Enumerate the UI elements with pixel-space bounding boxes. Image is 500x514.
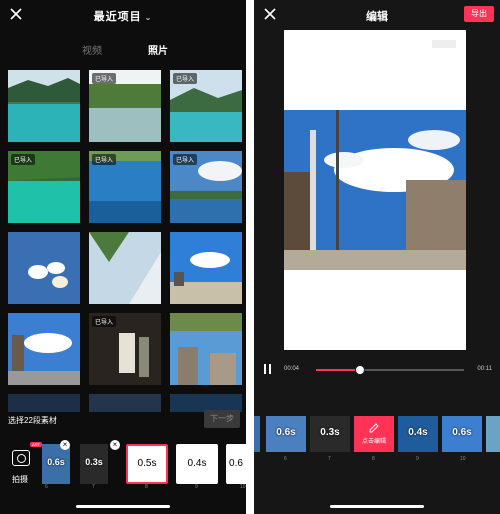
- clip-index: 6: [45, 484, 48, 490]
- clip-index: 10: [240, 484, 246, 490]
- photo-thumbnail[interactable]: [170, 313, 242, 385]
- clip-duration: 0.3s: [85, 457, 103, 467]
- town-photo: [8, 313, 80, 385]
- camera-icon[interactable]: [12, 450, 30, 466]
- photo-thumbnail[interactable]: 已导入: [8, 151, 80, 223]
- snow-photo: [89, 232, 161, 304]
- playback-slider[interactable]: [316, 365, 464, 375]
- town-photo: [170, 313, 242, 385]
- pause-icon[interactable]: [264, 364, 272, 374]
- photo-thumbnail[interactable]: 已导入: [170, 151, 242, 223]
- clip-index: 10: [460, 456, 466, 462]
- recent-projects-dropdown[interactable]: 最近项目 ⌄: [0, 8, 246, 24]
- clip-index: 8: [372, 456, 375, 462]
- timeline-clip[interactable]: 0.3s: [310, 416, 350, 452]
- lake-photo: [8, 394, 80, 412]
- timeline-clip-active[interactable]: 点击编辑: [354, 416, 394, 452]
- selected-clips-strip: ART 拍摄 0.6s × 6 0.3s × 7 0.5s 8 0.4s 9 0…: [0, 436, 246, 492]
- lake-photo: [89, 394, 161, 412]
- editor-screen: 编辑 导出 00:04 00:11 0.6s 6 0.3s 7 点击编辑 8 0…: [254, 0, 500, 514]
- selected-clip-active[interactable]: 0.5s: [126, 444, 168, 484]
- chevron-down-icon: ⌄: [144, 13, 153, 22]
- photo-thumbnail[interactable]: [170, 232, 242, 304]
- camera-label: 拍摄: [12, 475, 28, 484]
- clip-index: 7: [92, 484, 95, 490]
- home-indicator: [76, 505, 170, 508]
- photo-thumbnail[interactable]: 已导入: [89, 313, 161, 385]
- remove-clip-icon[interactable]: ×: [60, 440, 70, 450]
- export-button[interactable]: 导出: [464, 6, 494, 22]
- clip-index: 6: [284, 456, 287, 462]
- media-picker-screen: 最近项目 ⌄ 视频 照片 已导入 已导入 已导入 已导入 已导入 已导入 选择2…: [0, 0, 246, 514]
- photo-thumbnail[interactable]: [89, 394, 161, 412]
- playhead-handle[interactable]: [355, 365, 366, 375]
- selected-clip[interactable]: 0.6s: [42, 444, 70, 484]
- imported-tag: 已导入: [92, 154, 117, 165]
- preview-photo: [284, 110, 466, 270]
- tab-video[interactable]: 视频: [82, 42, 102, 57]
- sky-photo: [170, 232, 242, 304]
- watermark: [432, 40, 456, 48]
- clip-duration: 0.4s: [408, 427, 428, 438]
- imported-tag: 已导入: [92, 73, 117, 84]
- photo-thumbnail[interactable]: [8, 232, 80, 304]
- photo-thumbnail[interactable]: [89, 232, 161, 304]
- clip-index: 9: [416, 456, 419, 462]
- clip-duration: 0.6s: [452, 427, 472, 438]
- page-title: 最近项目: [93, 11, 142, 23]
- snow-photo: [8, 232, 80, 304]
- photo-thumbnail[interactable]: 已导入: [170, 70, 242, 142]
- progress-fill: [316, 369, 361, 371]
- timeline-clip[interactable]: 0.6s: [266, 416, 306, 452]
- imported-tag: 已导入: [11, 154, 36, 165]
- clip-duration: 0.6s: [47, 457, 65, 467]
- current-time: 00:04: [284, 366, 300, 372]
- clip-index: 9: [195, 484, 198, 490]
- tap-to-edit-label: 点击编辑: [361, 439, 386, 445]
- remove-clip-icon[interactable]: ×: [110, 440, 120, 450]
- imported-tag: 已导入: [173, 73, 198, 84]
- photo-thumbnail[interactable]: [8, 394, 80, 412]
- town-photo: [284, 110, 466, 270]
- pencil-icon: [369, 423, 379, 433]
- selection-count: 选择22段素材: [8, 416, 57, 425]
- tab-photo[interactable]: 照片: [148, 42, 168, 57]
- clip-duration: 0.3s: [320, 427, 340, 438]
- timeline-clip[interactable]: 0.4s: [398, 416, 438, 452]
- total-time: 00:11: [477, 366, 492, 372]
- lake-photo: [8, 70, 80, 142]
- media-type-tabs: 视频 照片: [0, 42, 246, 57]
- photo-thumbnail[interactable]: 已导入: [89, 151, 161, 223]
- imported-tag: 已导入: [173, 154, 198, 165]
- selected-clip[interactable]: 0.4s: [176, 444, 218, 484]
- imported-tag: 已导入: [92, 316, 117, 327]
- clip-duration: 0.6s: [276, 427, 296, 438]
- selected-clip[interactable]: 0.3s: [80, 444, 108, 484]
- camera-badge: ART: [30, 442, 42, 447]
- photo-thumbnail[interactable]: [8, 313, 80, 385]
- timeline-clip[interactable]: [486, 416, 500, 452]
- home-indicator: [330, 505, 424, 508]
- clip-index: 7: [328, 456, 331, 462]
- photo-thumbnail[interactable]: [8, 70, 80, 142]
- photo-thumbnail[interactable]: 已导入: [89, 70, 161, 142]
- timeline-clip[interactable]: 0.6s: [442, 416, 482, 452]
- next-button[interactable]: 下一步: [204, 410, 240, 428]
- timeline-strip: 0.6s 6 0.3s 7 点击编辑 8 0.4s 9 0.6s 10: [254, 412, 500, 464]
- clip-index: 8: [145, 484, 148, 490]
- preview-canvas[interactable]: [284, 30, 466, 350]
- timeline-clip[interactable]: [254, 416, 260, 452]
- selected-clip[interactable]: 0.6: [226, 444, 246, 484]
